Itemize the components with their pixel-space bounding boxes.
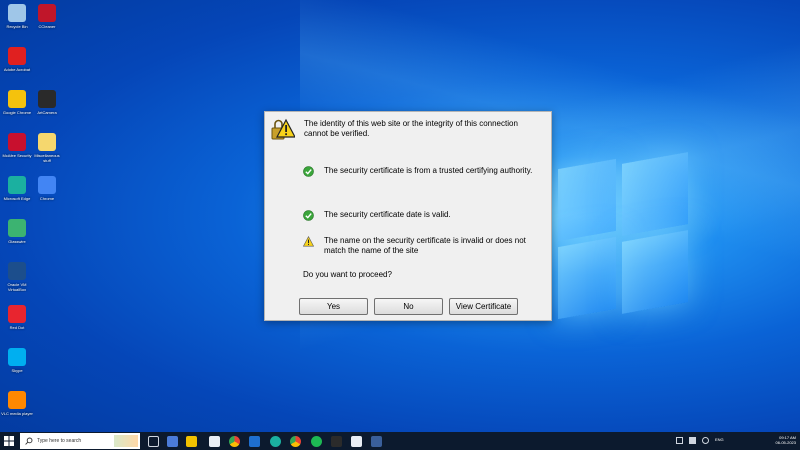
desktop-shortcut-label: Red Dot: [9, 325, 25, 330]
search-icon: [25, 437, 33, 445]
desktop-shortcut-label: Glasswire: [8, 239, 26, 244]
desktop-shortcut-label: Miscellaneous stuff: [34, 153, 60, 163]
app-icon: [38, 90, 56, 108]
dialog-heading: The identity of this web site or the int…: [304, 119, 518, 138]
desktop-shortcut-label: ArtCamera: [37, 110, 57, 115]
clock-date: 06-05-2023: [775, 440, 796, 445]
acrobat-icon: [8, 47, 26, 65]
app-icon[interactable]: [209, 436, 220, 447]
desktop-shortcut-label: Microsoft Edge: [3, 196, 31, 201]
yes-button[interactable]: Yes: [299, 298, 368, 315]
edge-icon[interactable]: [270, 436, 281, 447]
desktop-shortcut[interactable]: VLC media player: [1, 391, 33, 421]
desktop-shortcut-label: VLC media player: [1, 411, 33, 416]
task-view-icon[interactable]: [148, 436, 159, 447]
desktop-shortcut-label: Recycle Bin: [6, 24, 28, 29]
no-button-label: No: [403, 302, 414, 311]
check-text: The security certificate is from a trust…: [324, 166, 533, 175]
network-icon[interactable]: [676, 437, 683, 444]
folder-icon: [38, 133, 56, 151]
desktop-shortcut[interactable]: McAfee Security: [1, 133, 33, 163]
desktop-shortcut[interactable]: Chrome: [31, 176, 63, 206]
desktop-shortcut[interactable]: Glasswire: [1, 219, 33, 249]
desktop-shortcut-label: CCleaner: [38, 24, 56, 29]
widgets-icon[interactable]: [167, 436, 178, 447]
chrome-icon: [38, 176, 56, 194]
desktop-shortcut[interactable]: Microsoft Edge: [1, 176, 33, 206]
language-indicator[interactable]: ENG: [715, 437, 727, 444]
desktop-shortcut[interactable]: Adobe Acrobat: [1, 47, 33, 77]
desktop-shortcut[interactable]: Skype: [1, 348, 33, 378]
app-icon[interactable]: [351, 436, 362, 447]
desktop-shortcut[interactable]: Oracle VM VirtualBox: [1, 262, 33, 292]
desktop-shortcut[interactable]: Miscellaneous stuff: [31, 133, 63, 163]
view-certificate-button[interactable]: View Certificate: [449, 298, 518, 315]
volume-icon[interactable]: [702, 437, 709, 444]
desktop-shortcut[interactable]: ArtCamera: [31, 90, 63, 120]
green-check-icon: [303, 166, 314, 177]
check-text: The name on the security certificate is …: [324, 236, 526, 255]
desktop-shortcut-label: McAfee Security: [2, 153, 32, 158]
chrome-icon: [8, 90, 26, 108]
desktop-shortcut-label: Oracle VM VirtualBox: [7, 282, 27, 292]
desktop-shortcut-label: Adobe Acrobat: [3, 67, 31, 72]
system-tray-icons: ENG: [676, 437, 727, 445]
app-icon[interactable]: [331, 436, 342, 447]
battery-icon[interactable]: [689, 437, 696, 444]
windows-start-icon[interactable]: [4, 436, 14, 446]
no-button[interactable]: No: [374, 298, 443, 315]
store-icon[interactable]: [249, 436, 260, 447]
chrome-icon[interactable]: [290, 436, 301, 447]
desktop-shortcut[interactable]: CCleaner: [31, 4, 63, 34]
proceed-question: Do you want to proceed?: [303, 270, 392, 279]
recycle-bin-icon: [8, 4, 26, 22]
desktop-shortcut[interactable]: Recycle Bin: [1, 4, 33, 34]
taskbar-search-box[interactable]: Type here to search: [20, 433, 140, 449]
desktop-shortcut-label: Skype: [11, 368, 23, 373]
edge-icon: [8, 176, 26, 194]
desktop-shortcut[interactable]: Google Chrome: [1, 90, 33, 120]
view-certificate-button-label: View Certificate: [455, 302, 512, 311]
warning-icon: [303, 236, 314, 247]
yes-button-label: Yes: [326, 302, 341, 311]
security-alert-dialog: The identity of this web site or the int…: [264, 111, 552, 321]
lock-warning-icon: [271, 118, 295, 140]
file-explorer-icon[interactable]: [186, 436, 197, 447]
check-text: The security certificate date is valid.: [324, 210, 451, 219]
chrome-icon[interactable]: [229, 436, 240, 447]
app-icon: [38, 4, 56, 22]
windows-logo-wallpaper: [548, 150, 698, 330]
desktop-shortcut-label: Chrome: [39, 196, 55, 201]
app-icon: [8, 305, 26, 323]
skype-icon: [8, 348, 26, 366]
desktop-shortcut-label: Google Chrome: [2, 110, 32, 115]
mcafee-icon: [8, 133, 26, 151]
taskbar: Type here to search ENG 09:17 AM 06-05-2…: [0, 432, 800, 450]
system-clock[interactable]: 09:17 AM 06-05-2023: [776, 435, 796, 445]
vlc-icon: [8, 391, 26, 409]
search-placeholder: Type here to search: [37, 438, 82, 444]
app-icon: [8, 219, 26, 237]
app-icon[interactable]: [371, 436, 382, 447]
search-highlight-image: [114, 435, 138, 447]
virtualbox-icon: [8, 262, 26, 280]
desktop-shortcut[interactable]: Red Dot: [1, 305, 33, 335]
green-check-icon: [303, 210, 314, 221]
spotify-icon[interactable]: [311, 436, 322, 447]
